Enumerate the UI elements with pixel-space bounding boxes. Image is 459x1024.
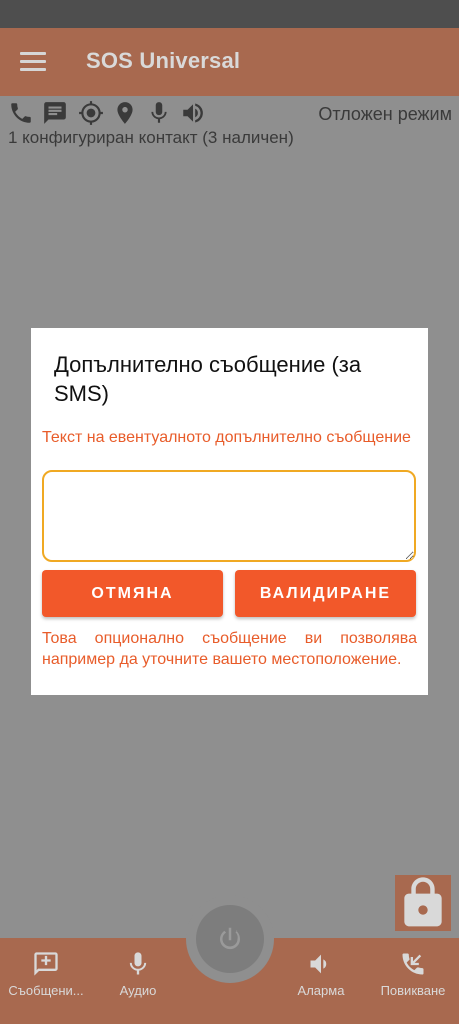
location-pin-icon xyxy=(117,102,133,124)
speaker-icon xyxy=(183,103,203,123)
power-icon xyxy=(220,927,241,950)
nav-call[interactable]: Повикване xyxy=(367,950,459,998)
nav-messages[interactable]: Съобщени... xyxy=(0,950,92,998)
nav-messages-label: Съобщени... xyxy=(8,983,84,998)
additional-message-dialog: Допълнително съобщение (за SMS) Текст на… xyxy=(31,328,428,695)
add-message-icon xyxy=(34,952,58,976)
speaker-icon xyxy=(310,954,327,974)
nav-alarm-label: Аларма xyxy=(297,983,345,998)
message-input[interactable] xyxy=(42,470,416,562)
microphone-icon xyxy=(151,102,167,123)
menu-icon[interactable] xyxy=(20,52,46,72)
nav-alarm[interactable]: Аларма xyxy=(275,950,367,998)
feature-status-row: Отложен режим xyxy=(8,100,452,128)
nav-call-label: Повикване xyxy=(380,983,446,998)
lock-icon xyxy=(404,877,442,927)
nav-audio[interactable]: Аудио xyxy=(92,950,184,998)
microphone-icon xyxy=(129,952,147,975)
validate-button[interactable]: ВАЛИДИРАНЕ xyxy=(235,570,416,617)
lock-button[interactable] xyxy=(395,875,451,931)
dialog-title: Допълнително съобщение (за SMS) xyxy=(54,352,362,406)
message-icon xyxy=(44,102,66,124)
phone-icon xyxy=(11,103,31,123)
incoming-call-icon xyxy=(402,953,424,975)
cancel-button[interactable]: ОТМЯНА xyxy=(42,570,223,617)
gps-target-icon xyxy=(79,101,103,125)
message-field-label: Текст на евентуалното допълнително съобщ… xyxy=(42,429,411,446)
app-title: SOS Universal xyxy=(86,48,241,73)
power-button[interactable] xyxy=(196,905,264,973)
nav-audio-label: Аудио xyxy=(119,983,157,998)
mode-status-text: Отложен режим xyxy=(318,104,452,124)
system-status-bar xyxy=(0,0,459,28)
contacts-count-text: 1 конфигуриран контакт (3 наличен) xyxy=(8,128,294,147)
dialog-note: Това опционално съобщение ви позволява н… xyxy=(42,630,417,668)
